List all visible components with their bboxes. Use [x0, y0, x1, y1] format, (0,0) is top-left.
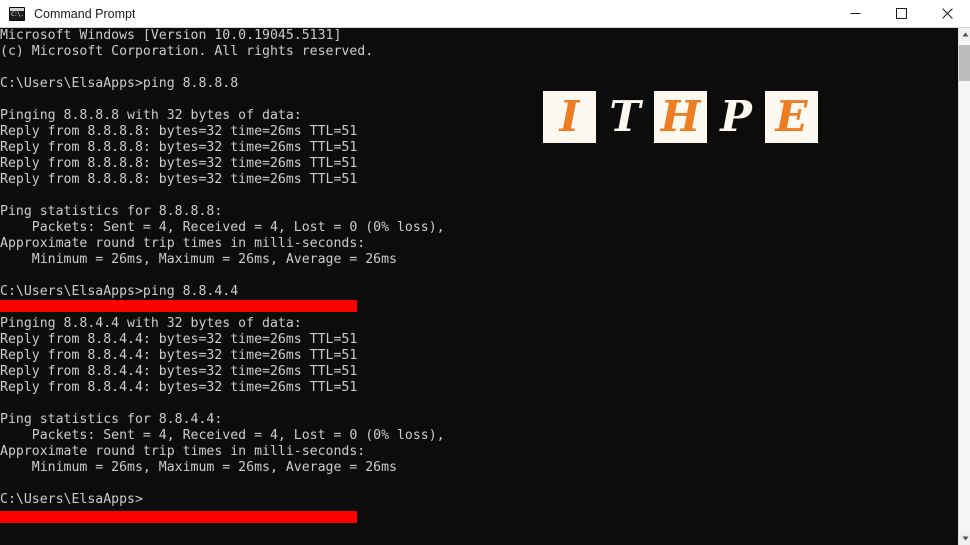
logo-letter-h: H: [660, 92, 701, 141]
minimize-button[interactable]: [832, 0, 878, 28]
redaction-bar-second: [0, 511, 359, 523]
command-prompt-icon: C:\.: [9, 6, 25, 21]
logo-letter-i-box: I: [543, 91, 596, 143]
scroll-down-arrow-icon[interactable]: [959, 532, 970, 545]
logo-letter-t-plain: T: [603, 91, 647, 143]
scrollbar-track[interactable]: [959, 41, 970, 532]
logo-letter-t: T: [609, 92, 641, 141]
console-text: Microsoft Windows [Version 10.0.19045.51…: [0, 28, 445, 507]
logo-gap: [707, 117, 714, 118]
ithpe-watermark-logo: I T H P E: [543, 91, 818, 143]
logo-gap: [758, 117, 765, 118]
logo-letter-i: I: [559, 92, 580, 141]
logo-letter-p-plain: P: [714, 91, 758, 143]
window-controls: [832, 0, 970, 28]
logo-gap: [596, 117, 603, 118]
scroll-up-arrow-icon[interactable]: [959, 28, 970, 41]
command-prompt-icon-glyph: C:\.: [11, 10, 24, 18]
logo-letter-e: E: [775, 92, 808, 141]
redaction-bar-first: [0, 300, 359, 312]
vertical-scrollbar[interactable]: [958, 28, 970, 545]
maximize-button[interactable]: [878, 0, 924, 28]
logo-letter-p: P: [720, 92, 752, 141]
title-bar-left: C:\. Command Prompt: [0, 6, 832, 21]
command-prompt-window: C:\. Command Prompt Microsoft Windows [V…: [0, 0, 970, 545]
window-title: Command Prompt: [34, 6, 136, 21]
close-button[interactable]: [924, 0, 970, 28]
logo-letter-h-box: H: [654, 91, 707, 143]
console-output-area[interactable]: Microsoft Windows [Version 10.0.19045.51…: [0, 28, 958, 545]
title-bar[interactable]: C:\. Command Prompt: [0, 0, 970, 28]
scrollbar-thumb[interactable]: [959, 45, 970, 81]
logo-letter-e-box: E: [765, 91, 818, 143]
logo-gap: [647, 117, 654, 118]
